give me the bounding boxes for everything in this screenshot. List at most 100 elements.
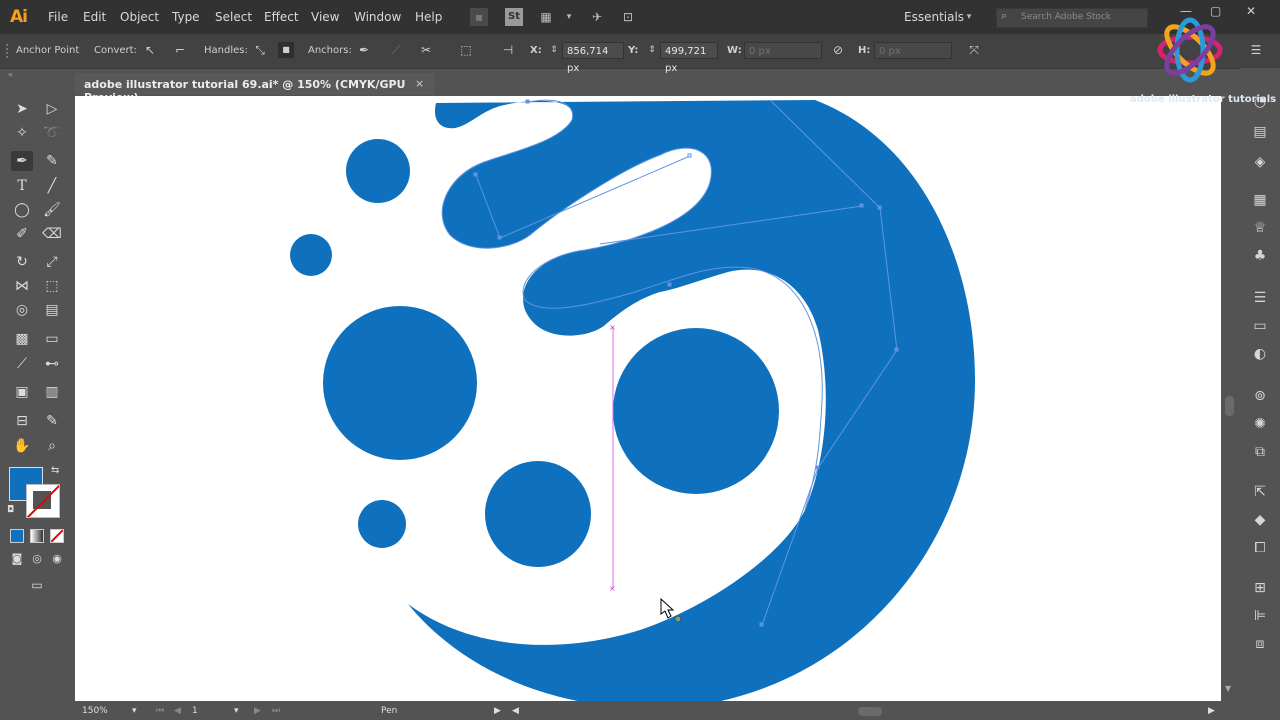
blend-tool-icon[interactable]: ⊷ (41, 354, 63, 374)
curvature-tool-icon[interactable]: ✎ (41, 151, 63, 171)
gradient-tool-icon[interactable]: ▭ (41, 329, 63, 349)
constrain-proportions-icon[interactable]: ⊘ (830, 42, 846, 58)
artboard-tool-icon[interactable]: ⊟ (11, 411, 33, 431)
close-icon[interactable]: ✕ (1246, 4, 1256, 18)
circle-large-left[interactable] (323, 306, 477, 460)
export-panel-icon[interactable]: ⇱ (1250, 482, 1270, 502)
chevron-down-icon[interactable]: ▾ (560, 8, 578, 26)
scroll-right-icon[interactable]: ▶ (1208, 706, 1215, 716)
horizontal-scroll-thumb[interactable] (858, 707, 882, 716)
workspace-switcher[interactable]: Essentials (904, 10, 964, 24)
mesh-tool-icon[interactable]: ▩ (11, 329, 33, 349)
menu-edit[interactable]: Edit (83, 10, 106, 24)
pathfinder-panel-icon[interactable]: ⧈ (1250, 634, 1270, 654)
status-menu-icon[interactable]: ▶ (494, 706, 501, 716)
circle-tiny-left[interactable] (290, 234, 332, 276)
perspective-grid-tool-icon[interactable]: ▤ (41, 300, 63, 320)
sync-settings-icon[interactable]: ⊡ (619, 8, 637, 26)
align-icon[interactable]: ⊣ (500, 42, 516, 58)
default-colors-icon[interactable]: ◘ (7, 505, 14, 515)
circle-inner[interactable] (613, 328, 779, 494)
x-stepper-icon[interactable]: ⇕ (546, 42, 562, 58)
zoom-tool-icon[interactable]: ⌕ (41, 436, 63, 456)
slice-tool-icon[interactable]: ✎ (41, 411, 63, 431)
menu-file[interactable]: File (48, 10, 68, 24)
pen-tool-icon[interactable]: ✒ (11, 151, 33, 171)
menu-effect[interactable]: Effect (264, 10, 299, 24)
eyedropper-tool-icon[interactable]: ⟋ (11, 354, 33, 374)
creative-cloud-icon[interactable]: ⊚ (1250, 386, 1270, 406)
rotate-tool-icon[interactable]: ↻ (11, 252, 33, 272)
cut-path-icon[interactable]: ✂ (418, 42, 434, 58)
line-tool-icon[interactable]: ╱ (41, 176, 63, 196)
zoom-dropdown-icon[interactable]: ▾ (132, 706, 137, 716)
menu-view[interactable]: View (311, 10, 339, 24)
connect-endpoints-icon[interactable]: ⟋ (388, 42, 404, 58)
column-graph-tool-icon[interactable]: ▥ (41, 382, 63, 402)
draw-behind-icon[interactable]: ◎ (26, 549, 48, 569)
w-field[interactable]: 0 px (744, 42, 822, 59)
graphic-styles-icon[interactable]: ✺ (1250, 414, 1270, 434)
x-field[interactable]: 856,714 px (562, 42, 624, 74)
type-tool-icon[interactable]: T (11, 176, 33, 196)
document-tab[interactable]: adobe illustrator tutorial 69.ai* @ 150%… (75, 73, 435, 104)
artboards-panel-icon[interactable]: ⧠ (1250, 538, 1270, 558)
transform-icon[interactable]: ⤧ (966, 42, 982, 58)
scroll-down-icon[interactable]: ▼ (1225, 684, 1231, 693)
show-handles-icon[interactable]: ⤡ (252, 42, 268, 58)
previous-artboard-icon[interactable]: ◀ (174, 706, 181, 716)
appearance-panel-icon[interactable]: ◈ (1250, 152, 1270, 172)
hide-handles-icon[interactable]: ■ (278, 42, 294, 58)
stroke-panel-icon[interactable]: ☰ (1250, 288, 1270, 308)
close-tab-icon[interactable]: × (415, 77, 424, 90)
artboard-number[interactable]: 1 (192, 706, 198, 716)
y-stepper-icon[interactable]: ⇕ (644, 42, 660, 58)
convert-smooth-icon[interactable]: ⌐ (172, 42, 188, 58)
isolate-icon[interactable]: ⬚ (458, 42, 474, 58)
menu-window[interactable]: Window (354, 10, 401, 24)
circle-top-small[interactable] (346, 139, 410, 203)
first-artboard-icon[interactable]: ⏮ (156, 706, 164, 716)
width-tool-icon[interactable]: ⋈ (11, 276, 33, 296)
menu-select[interactable]: Select (215, 10, 252, 24)
swatches-panel-icon[interactable]: ▦ (1250, 190, 1270, 210)
remove-anchor-icon[interactable]: ✒ (356, 42, 372, 58)
gradient-mode-icon[interactable] (30, 529, 44, 543)
artboard-canvas[interactable]: × × (75, 96, 1221, 701)
selection-tool-icon[interactable]: ➤ (11, 99, 33, 119)
screen-mode-icon[interactable]: ▭ (26, 575, 48, 595)
none-mode-icon[interactable] (50, 529, 64, 543)
h-field[interactable]: 0 px (874, 42, 952, 59)
swap-fill-stroke-icon[interactable]: ⇆ (51, 465, 59, 476)
hand-tool-icon[interactable]: ✋ (11, 436, 33, 456)
y-field[interactable]: 499,721 px (660, 42, 718, 74)
last-artboard-icon[interactable]: ⏭ (272, 706, 280, 716)
image-trace-icon[interactable]: ⧉ (1250, 442, 1270, 462)
stock-icon[interactable]: St (505, 8, 523, 26)
menu-help[interactable]: Help (415, 10, 442, 24)
symbol-sprayer-tool-icon[interactable]: ▣ (11, 382, 33, 402)
layers-panel-icon[interactable]: ◆ (1250, 510, 1270, 530)
symbols-panel-icon[interactable]: ♣ (1250, 246, 1270, 266)
paintbrush-tool-icon[interactable]: 🖌 (41, 200, 63, 220)
panel-menu-icon[interactable]: ☰ (1248, 42, 1264, 58)
eraser-tool-icon[interactable]: ⌫ (41, 224, 63, 244)
stroke-color-swatch[interactable] (26, 484, 60, 518)
ellipse-tool-icon[interactable]: ◯ (11, 200, 33, 220)
free-transform-tool-icon[interactable]: ⬚ (41, 276, 63, 296)
gradient-panel-icon[interactable]: ▭ (1250, 316, 1270, 336)
brushes-panel-icon[interactable]: ♕ (1250, 218, 1270, 238)
magic-wand-tool-icon[interactable]: ✧ (11, 123, 33, 143)
arrange-documents-icon[interactable]: ▦ (537, 8, 555, 26)
draw-inside-icon[interactable]: ◉ (46, 549, 68, 569)
transparency-panel-icon[interactable]: ◐ (1250, 344, 1270, 364)
vertical-scroll-thumb[interactable] (1225, 396, 1234, 416)
adobe-stock-search[interactable]: ⌕ Search Adobe Stock (996, 8, 1148, 28)
color-mode-icon[interactable] (10, 529, 24, 543)
shaper-tool-icon[interactable]: ✐ (11, 224, 33, 244)
lasso-tool-icon[interactable]: ➰ (41, 123, 63, 143)
circle-small-bottom[interactable] (358, 500, 406, 548)
workspace-chevron-icon[interactable]: ▾ (960, 8, 978, 26)
next-artboard-icon[interactable]: ▶ (254, 706, 261, 716)
circle-medium-bottom[interactable] (485, 461, 591, 567)
